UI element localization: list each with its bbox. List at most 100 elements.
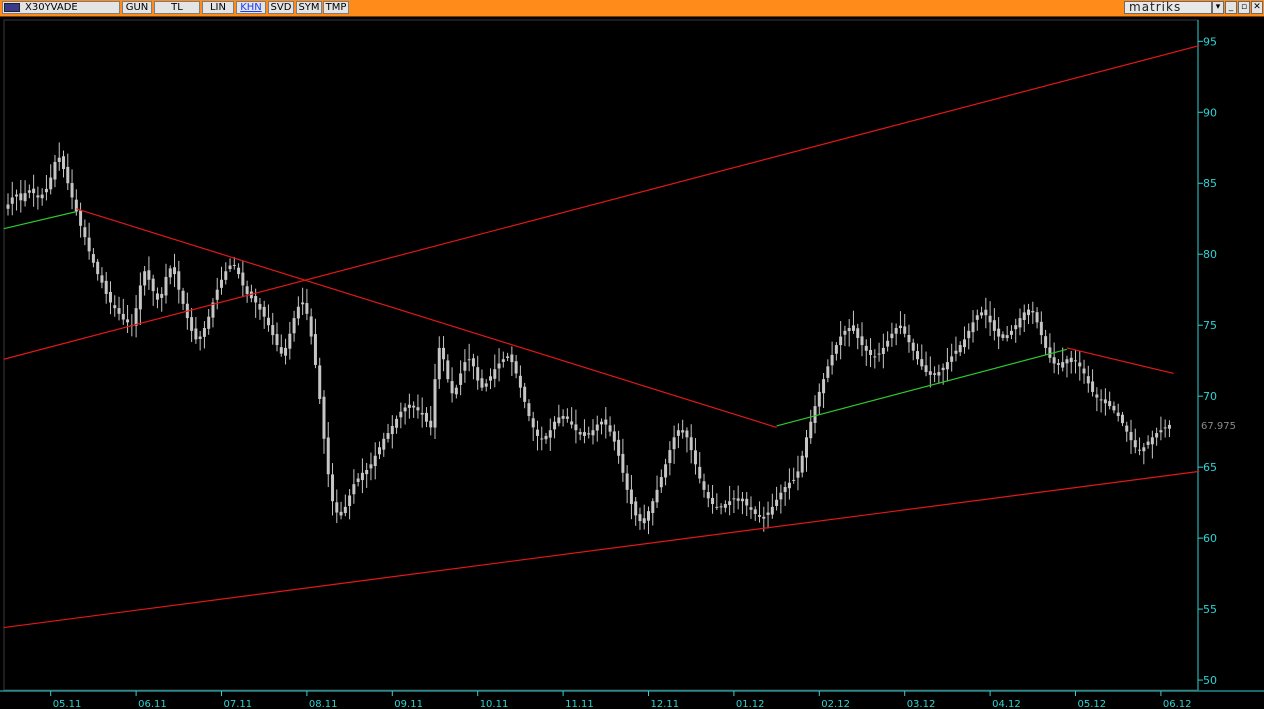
- period-daily-button[interactable]: GUN: [122, 1, 152, 14]
- candle-body: [1142, 447, 1146, 452]
- close-icon[interactable]: ✕: [1251, 1, 1263, 14]
- candle-body: [634, 501, 638, 516]
- y-tick-label: 85: [1203, 177, 1217, 190]
- candle-body: [390, 425, 394, 435]
- symbol-selector[interactable]: X30YVADE: [2, 1, 120, 14]
- candle-body: [348, 495, 352, 506]
- template-button[interactable]: TMP: [323, 1, 349, 14]
- candle-body: [826, 366, 830, 378]
- candle-body: [740, 498, 744, 502]
- candle-body: [454, 387, 458, 395]
- candle-body: [975, 315, 979, 320]
- candle-body: [608, 425, 612, 432]
- candle-body: [292, 318, 296, 334]
- restore-icon[interactable]: ▫: [1238, 1, 1250, 14]
- candle-body: [612, 431, 616, 442]
- candle-body: [194, 328, 198, 340]
- candle-body: [27, 190, 31, 193]
- candle-body: [604, 419, 608, 425]
- candle-body: [322, 396, 326, 439]
- dropdown-icon[interactable]: ▾: [1212, 1, 1224, 14]
- candle-body: [1027, 309, 1031, 316]
- candle-body: [121, 313, 125, 320]
- candle-body: [655, 489, 659, 503]
- candle-body: [446, 360, 450, 380]
- candle-body: [215, 289, 219, 300]
- candle-body: [232, 264, 236, 266]
- candle-body: [638, 514, 642, 522]
- candle-body: [1125, 425, 1129, 432]
- candle-body: [155, 293, 159, 300]
- candle-body: [83, 227, 87, 238]
- candle-body: [271, 325, 275, 336]
- candle-body: [822, 379, 826, 394]
- candle-body: [702, 481, 706, 490]
- candle-body: [424, 412, 428, 422]
- x-tick-label: 06.11: [138, 699, 167, 709]
- candle-body: [1031, 310, 1035, 313]
- candle-body: [228, 265, 232, 270]
- candle-body: [933, 373, 937, 375]
- candle-body: [1078, 362, 1082, 367]
- candle-body: [813, 406, 817, 423]
- candle-body: [62, 156, 66, 170]
- candle-body: [1108, 401, 1112, 407]
- volume-button[interactable]: SVD: [268, 1, 294, 14]
- minimize-icon[interactable]: _: [1225, 1, 1237, 14]
- candle-body: [1163, 427, 1167, 429]
- candle-body: [164, 276, 168, 296]
- candle-body: [1159, 430, 1163, 433]
- candle-body: [1112, 405, 1116, 411]
- candle-body: [395, 418, 399, 428]
- candle-body: [1022, 312, 1026, 321]
- candle-body: [531, 418, 535, 428]
- currency-tl-button[interactable]: TL: [154, 1, 200, 14]
- candle-body: [668, 450, 672, 464]
- candle-body: [113, 305, 117, 309]
- candle-body: [877, 353, 881, 355]
- candle-body: [335, 502, 339, 513]
- candle-body: [890, 333, 894, 339]
- candle-body: [950, 356, 954, 362]
- candle-body: [920, 359, 924, 367]
- candle-body: [787, 482, 791, 489]
- candle-body: [881, 347, 885, 354]
- candle-body: [809, 421, 813, 439]
- candle-body: [1099, 399, 1103, 401]
- price-chart[interactable]: 50 55 60 65 70 75 80 85 90 95 67.975 05.11 06.11 07.1…: [0, 17, 1264, 709]
- candle-body: [369, 464, 373, 469]
- candle-body: [262, 306, 266, 317]
- candle-body: [587, 433, 591, 435]
- candle-body: [377, 447, 381, 455]
- candle-body: [198, 336, 202, 339]
- symbol-button[interactable]: SYM: [296, 1, 322, 14]
- candle-body: [997, 328, 1001, 337]
- candle-body: [1018, 318, 1022, 328]
- candle-body: [352, 484, 356, 495]
- candle-body: [173, 267, 177, 275]
- candle-body: [1074, 360, 1077, 362]
- candle-body: [318, 365, 322, 400]
- chart-window-icon: [4, 3, 20, 12]
- candle-body: [23, 193, 27, 202]
- chart-candle-button[interactable]: KHN: [236, 1, 266, 14]
- candle-body: [894, 328, 898, 334]
- candle-body: [168, 268, 172, 278]
- candle-body: [693, 450, 697, 465]
- candle-body: [1065, 359, 1069, 364]
- candle-body: [869, 349, 873, 355]
- candle-body: [514, 361, 518, 374]
- candle-body: [711, 497, 715, 505]
- x-tick-label: 12.11: [651, 699, 680, 709]
- chart-line-button[interactable]: LIN: [202, 1, 234, 14]
- candle-body: [715, 506, 719, 508]
- candle-body: [1103, 399, 1107, 404]
- candle-body: [288, 333, 292, 349]
- candle-body: [971, 322, 975, 333]
- symbol-label: X30YVADE: [25, 2, 78, 13]
- candle-body: [847, 328, 851, 332]
- candle-body: [843, 330, 847, 335]
- candle-body: [856, 328, 860, 338]
- candle-body: [416, 407, 420, 411]
- candle-body: [57, 157, 61, 162]
